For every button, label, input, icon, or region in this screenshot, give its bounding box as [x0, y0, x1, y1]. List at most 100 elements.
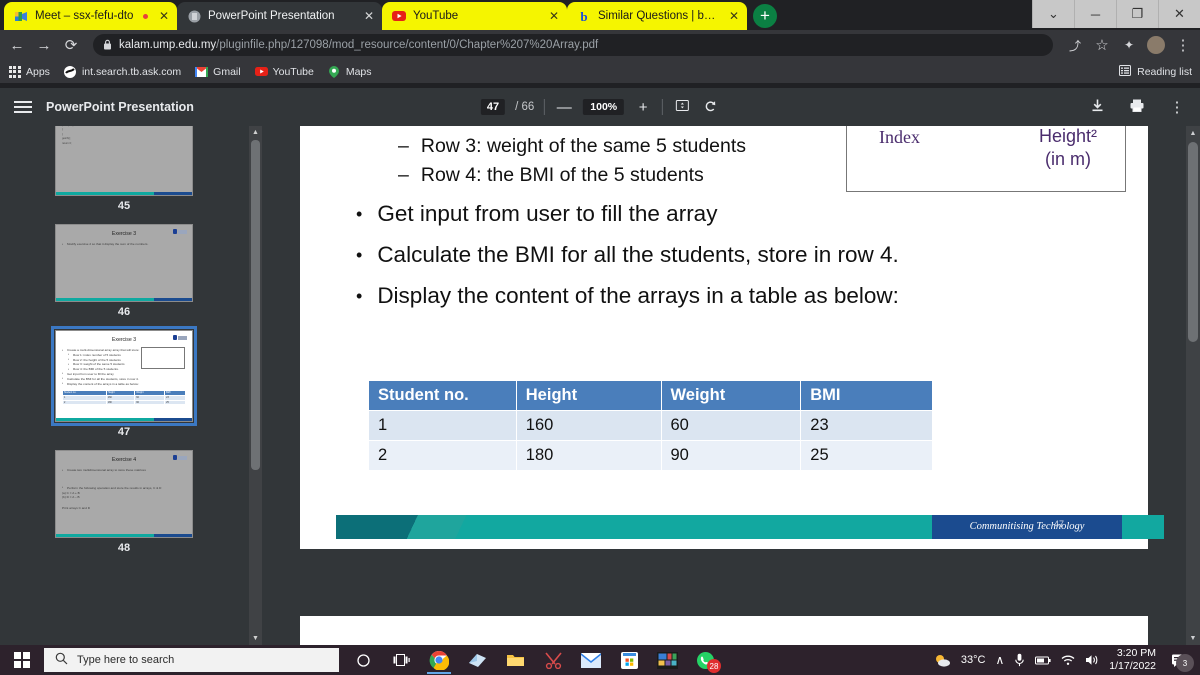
photos-icon[interactable] — [649, 645, 685, 675]
bmi-output-table: Student no. Height Weight BMI 1 160 60 2… — [368, 379, 933, 471]
thumbnail-content: Exercise 3 Create a multi-dimensional ar… — [56, 331, 192, 410]
cortana-icon[interactable] — [345, 645, 381, 675]
reload-button[interactable]: ⟳ — [62, 36, 80, 54]
page-number-input[interactable]: 47 — [480, 99, 506, 115]
browser-tab-meet[interactable]: Meet – ssx-fefu-dto ✕ — [4, 2, 177, 30]
zoom-out-button[interactable]: — — [555, 99, 573, 116]
volume-icon[interactable] — [1085, 654, 1099, 666]
reading-list-button[interactable]: Reading list — [1119, 64, 1192, 79]
powerpoint-icon[interactable] — [459, 645, 495, 675]
chrome-menu-icon[interactable]: ⋮ — [1174, 36, 1192, 54]
chevron-down-icon[interactable]: ⌄ — [1032, 0, 1074, 28]
download-icon[interactable] — [1088, 98, 1106, 117]
thumbnail-preview[interactable]: Exercise 3 Modify exercise 2 so that it … — [55, 224, 193, 302]
thumbnail-item[interactable]: } int main(int i=1,int a, b, b1 b=b1, in… — [0, 126, 248, 224]
pdf-more-options-icon[interactable]: ⋮ — [1168, 98, 1186, 116]
scroll-down-arrow-icon[interactable]: ▼ — [249, 632, 262, 645]
lock-icon — [103, 39, 112, 52]
slide-bullet-text: Get input from user to fill the array — [377, 200, 718, 226]
start-button[interactable] — [0, 645, 44, 675]
microphone-icon[interactable] — [1014, 653, 1025, 667]
thumbnail-page-number: 48 — [117, 542, 131, 554]
whatsapp-icon[interactable]: 28 — [687, 645, 723, 675]
notifications-button[interactable]: 3 — [1166, 649, 1194, 672]
thumbnail-code-text: } int main(int i=1,int a, b, b1 b=b1, in… — [62, 126, 74, 145]
bookmarks-bar: Apps int.search.tb.ask.com Gmail YouTube — [0, 60, 1200, 84]
scrollbar-thumb[interactable] — [251, 140, 260, 470]
thumbnail-table: Student no. Height Weight BMI 1 160 60 2… — [62, 390, 186, 406]
file-explorer-icon[interactable] — [497, 645, 533, 675]
wifi-icon[interactable] — [1061, 654, 1075, 666]
thumbnail-preview[interactable]: } int main(int i=1,int a, b, b1 b=b1, in… — [55, 126, 193, 196]
thumbnail-preview[interactable]: Exercise 3 Create a multi-dimensional ar… — [51, 326, 197, 426]
thumbnail-content: Exercise 3 Modify exercise 2 so that it … — [56, 225, 192, 252]
cell-bmi: 25 — [800, 439, 933, 471]
new-tab-button[interactable]: + — [753, 4, 777, 28]
rotate-button[interactable] — [701, 98, 719, 117]
pdf-page-area[interactable]: Index Height² (in m) – Row 3: weight of … — [262, 126, 1200, 645]
share-icon[interactable]: ⤴ — [1066, 36, 1084, 54]
bookmark-youtube[interactable]: YouTube — [254, 65, 314, 78]
thumbnail-pane-scrollbar[interactable]: ▲ ▼ — [249, 126, 262, 645]
table-row: 1 160 60 23 — [368, 409, 933, 441]
microsoft-store-icon[interactable] — [611, 645, 647, 675]
thumbnail-content: Exercise 4 Create two multidimensional a… — [56, 451, 192, 516]
slide-footer-band — [56, 297, 192, 301]
address-bar[interactable]: kalam.ump.edu.my/pluginfile.php/127098/m… — [93, 34, 1053, 56]
browser-tab-youtube[interactable]: YouTube ✕ — [382, 2, 567, 30]
thumbnail-pane[interactable]: } int main(int i=1,int a, b, b1 b=b1, in… — [0, 126, 248, 645]
fit-page-button[interactable] — [673, 98, 691, 117]
windows-taskbar: Type here to search 28 33°C ∧ 3:20 PM 1/… — [0, 645, 1200, 675]
chrome-icon[interactable] — [421, 645, 457, 675]
thumbnail-item[interactable]: Exercise 4 Create two multidimensional a… — [0, 450, 248, 566]
index-label: Index — [879, 127, 920, 147]
mail-icon[interactable] — [573, 645, 609, 675]
time-label: 3:20 PM — [1116, 646, 1156, 659]
back-button[interactable]: ← — [8, 36, 26, 54]
tab-close-button[interactable]: ✕ — [727, 9, 741, 23]
battery-icon[interactable] — [1035, 655, 1051, 666]
scroll-up-arrow-icon[interactable]: ▲ — [249, 126, 262, 139]
browser-tab-bartleby[interactable]: b Similar Questions | bartleby ✕ — [567, 2, 747, 30]
scroll-down-arrow-icon[interactable]: ▼ — [1186, 631, 1200, 645]
bookmark-maps[interactable]: Maps — [328, 65, 372, 78]
thumbnail-preview[interactable]: Exercise 4 Create two multidimensional a… — [55, 450, 193, 538]
forward-button[interactable]: → — [35, 36, 53, 54]
thumbnail-title: Exercise 4 — [111, 457, 137, 463]
snipping-tool-icon[interactable] — [535, 645, 571, 675]
bookmark-star-icon[interactable]: ☆ — [1093, 36, 1111, 54]
page-scrollbar[interactable]: ▲ ▼ — [1186, 126, 1200, 645]
partly-cloudy-icon[interactable] — [934, 653, 951, 668]
clock[interactable]: 3:20 PM 1/17/2022 — [1109, 647, 1156, 673]
bookmark-ask[interactable]: int.search.tb.ask.com — [64, 65, 181, 78]
bookmark-gmail[interactable]: Gmail — [195, 65, 241, 78]
sidebar-toggle-icon[interactable] — [14, 101, 32, 113]
zoom-in-button[interactable]: + — [634, 99, 652, 116]
reading-list-label: Reading list — [1137, 65, 1192, 78]
minimize-button[interactable]: ─ — [1074, 0, 1116, 28]
url-host: kalam.ump.edu.my — [119, 39, 217, 51]
browser-tab-powerpoint-presentation[interactable]: PowerPoint Presentation ✕ — [177, 2, 382, 30]
show-hidden-icons-button[interactable]: ∧ — [995, 653, 1004, 667]
tab-strip: Meet – ssx-fefu-dto ✕ PowerPoint Present… — [0, 0, 1200, 30]
close-button[interactable]: ✕ — [1158, 0, 1200, 28]
extensions-icon[interactable]: ✦ — [1120, 36, 1138, 54]
meet-icon — [14, 9, 28, 23]
thumbnail-item[interactable]: Exercise 3 Modify exercise 2 so that it … — [0, 224, 248, 330]
scroll-up-arrow-icon[interactable]: ▲ — [1186, 126, 1200, 140]
thumbnail-item-selected[interactable]: Exercise 3 Create a multi-dimensional ar… — [0, 326, 248, 450]
taskbar-app-icons: 28 — [345, 645, 723, 675]
bookmark-apps[interactable]: Apps — [8, 65, 50, 78]
restore-button[interactable]: ❐ — [1116, 0, 1158, 28]
tab-close-button[interactable]: ✕ — [157, 9, 171, 23]
thumbnail-page-number: 45 — [117, 200, 131, 212]
taskbar-search[interactable]: Type here to search — [44, 648, 339, 672]
slide-footer-band — [56, 417, 192, 421]
youtube-icon — [254, 65, 268, 78]
print-icon[interactable] — [1128, 98, 1146, 117]
tab-close-button[interactable]: ✕ — [547, 9, 561, 23]
avatar[interactable] — [1147, 36, 1165, 54]
task-view-icon[interactable] — [383, 645, 419, 675]
scrollbar-thumb[interactable] — [1188, 142, 1198, 342]
tab-close-button[interactable]: ✕ — [362, 9, 376, 23]
